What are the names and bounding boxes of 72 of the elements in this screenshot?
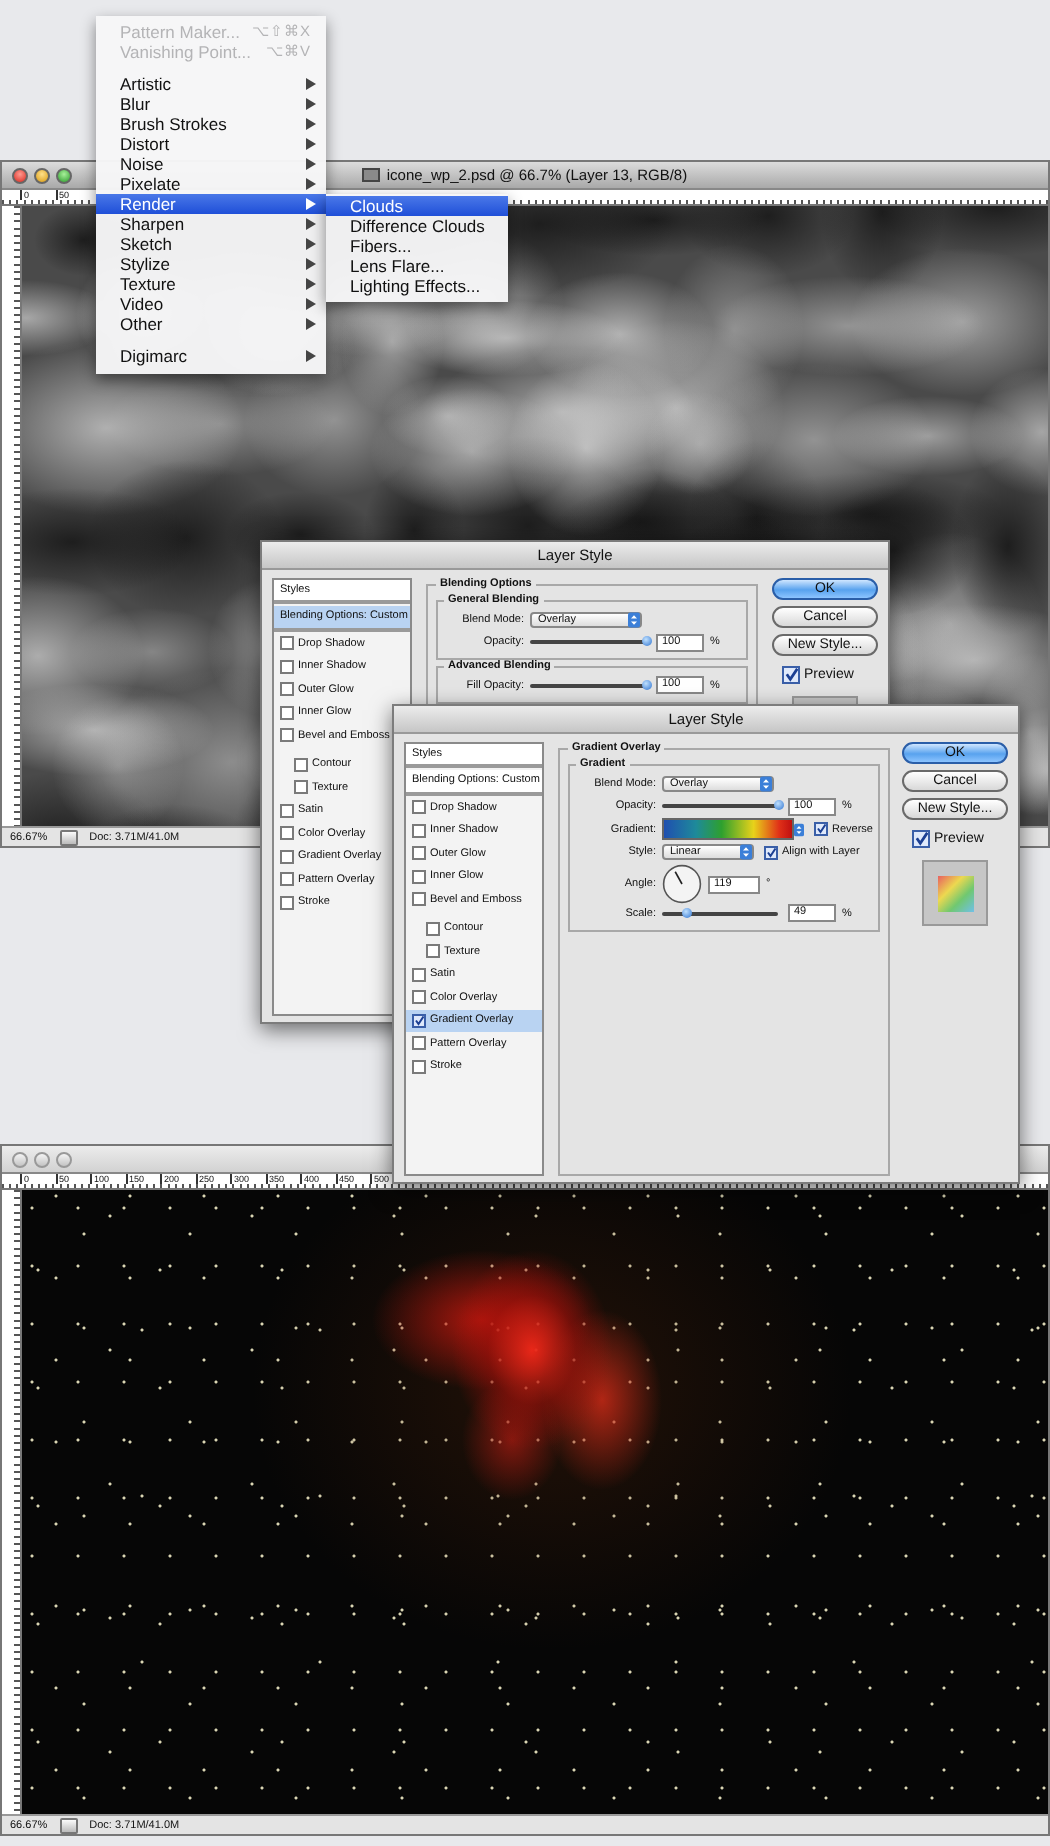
checkbox[interactable] [412,869,426,884]
stepper-icon[interactable] [794,821,804,838]
menu-item[interactable]: Distort [96,134,326,154]
zoom-button[interactable] [56,1151,72,1167]
checkbox[interactable] [814,822,828,837]
minimize-button[interactable] [34,1151,50,1167]
menu-item[interactable]: Video [96,294,326,314]
checkbox[interactable] [412,846,426,861]
checkbox[interactable] [764,845,778,860]
slider-track[interactable] [662,804,778,809]
stepper-icon [740,844,752,861]
status-menu-icon[interactable] [59,1817,78,1833]
menu-item[interactable]: Clouds [326,196,509,216]
checkbox[interactable] [280,705,294,720]
menu-item[interactable]: Pixelate [96,174,326,194]
checkbox[interactable] [782,666,800,684]
checkbox[interactable] [412,1036,426,1051]
checkbox[interactable] [280,636,294,651]
slider-thumb[interactable] [641,636,651,647]
menu-item[interactable]: Lens Flare... [326,256,509,276]
slider-track[interactable] [530,640,646,645]
stepper-icon [628,611,640,628]
submenu-arrow-icon [306,350,316,362]
checkbox[interactable] [412,823,426,838]
checkbox[interactable] [280,803,294,818]
menu-item[interactable]: Stylize [96,254,326,274]
menu-item[interactable]: Blur [96,94,326,114]
menu-item[interactable]: Sharpen [96,214,326,234]
menu-item[interactable]: Difference Clouds [326,216,509,236]
checkbox[interactable] [294,780,308,795]
menu-item[interactable]: Texture [96,274,326,294]
slider-thumb[interactable] [773,800,783,811]
stepper-icon [760,775,772,792]
menu-item[interactable]: Noise [96,154,326,174]
menu-item[interactable]: Render [96,194,326,214]
angle-dial[interactable] [662,864,702,904]
close-button[interactable] [12,1151,28,1167]
menu-item[interactable]: Lighting Effects... [326,276,509,296]
menu-item[interactable]: Sketch [96,234,326,254]
zoom-button[interactable] [56,167,72,183]
checkbox[interactable] [412,1059,426,1074]
checkbox[interactable] [412,967,426,982]
checkbox[interactable] [294,757,308,772]
preview-swatch [922,860,988,926]
menu-item[interactable]: Fibers... [326,236,509,256]
checkbox[interactable] [280,895,294,910]
menu-item[interactable]: Brush Strokes [96,114,326,134]
slider-track[interactable] [662,911,778,916]
minimize-button[interactable] [34,167,50,183]
checkbox[interactable] [280,728,294,743]
status-menu-icon[interactable] [59,829,78,845]
gradient-picker[interactable] [662,818,794,841]
checkbox[interactable] [280,659,294,674]
slider-thumb[interactable] [682,907,693,918]
checkbox[interactable] [412,800,426,815]
menu-item[interactable]: Digimarc [96,346,326,366]
slider-thumb[interactable] [641,679,651,690]
checkbox[interactable] [412,990,426,1005]
checkbox[interactable] [912,830,930,848]
checkbox[interactable] [412,892,426,907]
checkbox[interactable] [412,1013,426,1028]
document-icon [362,168,381,182]
close-button[interactable] [12,167,28,183]
checkbox[interactable] [280,849,294,864]
checkbox[interactable] [280,872,294,887]
menu-item[interactable]: Artistic [96,74,326,94]
checkbox[interactable] [280,682,294,697]
checkbox[interactable] [426,944,440,959]
slider-track[interactable] [530,683,646,688]
checkbox[interactable] [426,921,440,936]
checkbox[interactable] [280,826,294,841]
menu-item[interactable]: Other [96,314,326,334]
